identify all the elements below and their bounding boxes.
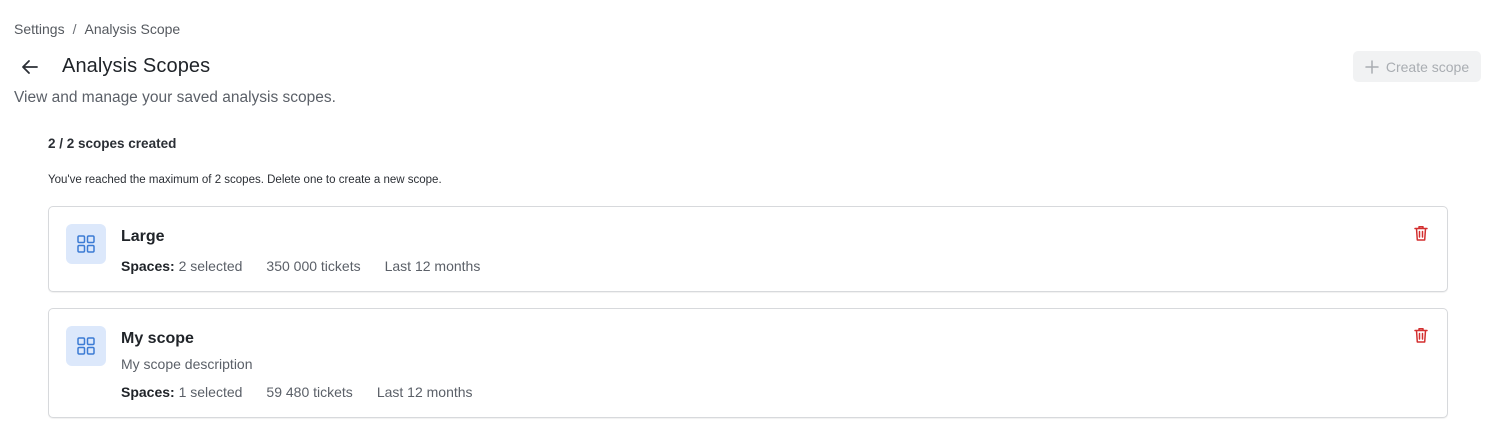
create-scope-button[interactable]: Create scope xyxy=(1353,51,1481,82)
scope-card[interactable]: My scope My scope description Spaces: 1 … xyxy=(48,308,1448,418)
delete-scope-button[interactable] xyxy=(1411,223,1431,243)
scope-icon-container xyxy=(66,224,106,264)
scope-tickets: 59 480 tickets xyxy=(266,384,353,400)
back-button[interactable] xyxy=(18,55,42,79)
arrow-left-icon xyxy=(22,60,38,74)
breadcrumb: Settings / Analysis Scope xyxy=(14,21,180,37)
breadcrumb-current: Analysis Scope xyxy=(84,21,181,37)
scope-count: 2 / 2 scopes created xyxy=(48,136,177,151)
scope-spaces: Spaces: 1 selected xyxy=(121,384,242,400)
scope-period: Last 12 months xyxy=(376,384,473,400)
scope-description: My scope description xyxy=(121,356,253,372)
spaces-label: Spaces: xyxy=(121,258,175,274)
breadcrumb-separator: / xyxy=(72,21,77,37)
plus-icon xyxy=(1365,59,1379,74)
limit-note: You've reached the maximum of 2 scopes. … xyxy=(48,174,442,186)
page-title: Analysis Scopes xyxy=(62,55,211,77)
delete-scope-button[interactable] xyxy=(1411,325,1431,345)
scope-meta: Spaces: 1 selected 59 480 tickets Last 1… xyxy=(121,384,473,400)
trash-icon xyxy=(1414,226,1428,241)
scope-period: Last 12 months xyxy=(384,258,481,274)
spaces-value: 1 selected xyxy=(178,384,243,400)
spaces-label: Spaces: xyxy=(121,384,175,400)
scope-icon-container xyxy=(66,326,106,366)
trash-icon xyxy=(1414,328,1428,343)
grid-icon xyxy=(77,235,95,253)
create-scope-label: Create scope xyxy=(1385,58,1470,75)
breadcrumb-settings[interactable]: Settings xyxy=(14,21,65,37)
spaces-value: 2 selected xyxy=(178,258,243,274)
grid-icon xyxy=(77,337,95,355)
scope-spaces: Spaces: 2 selected xyxy=(121,258,242,274)
scope-card[interactable]: Large Spaces: 2 selected 350 000 tickets… xyxy=(48,206,1448,292)
page-subtitle: View and manage your saved analysis scop… xyxy=(14,89,336,106)
scope-meta: Spaces: 2 selected 350 000 tickets Last … xyxy=(121,258,480,274)
scope-tickets: 350 000 tickets xyxy=(266,258,361,274)
scope-name: My scope xyxy=(121,330,194,347)
scope-name: Large xyxy=(121,228,165,245)
